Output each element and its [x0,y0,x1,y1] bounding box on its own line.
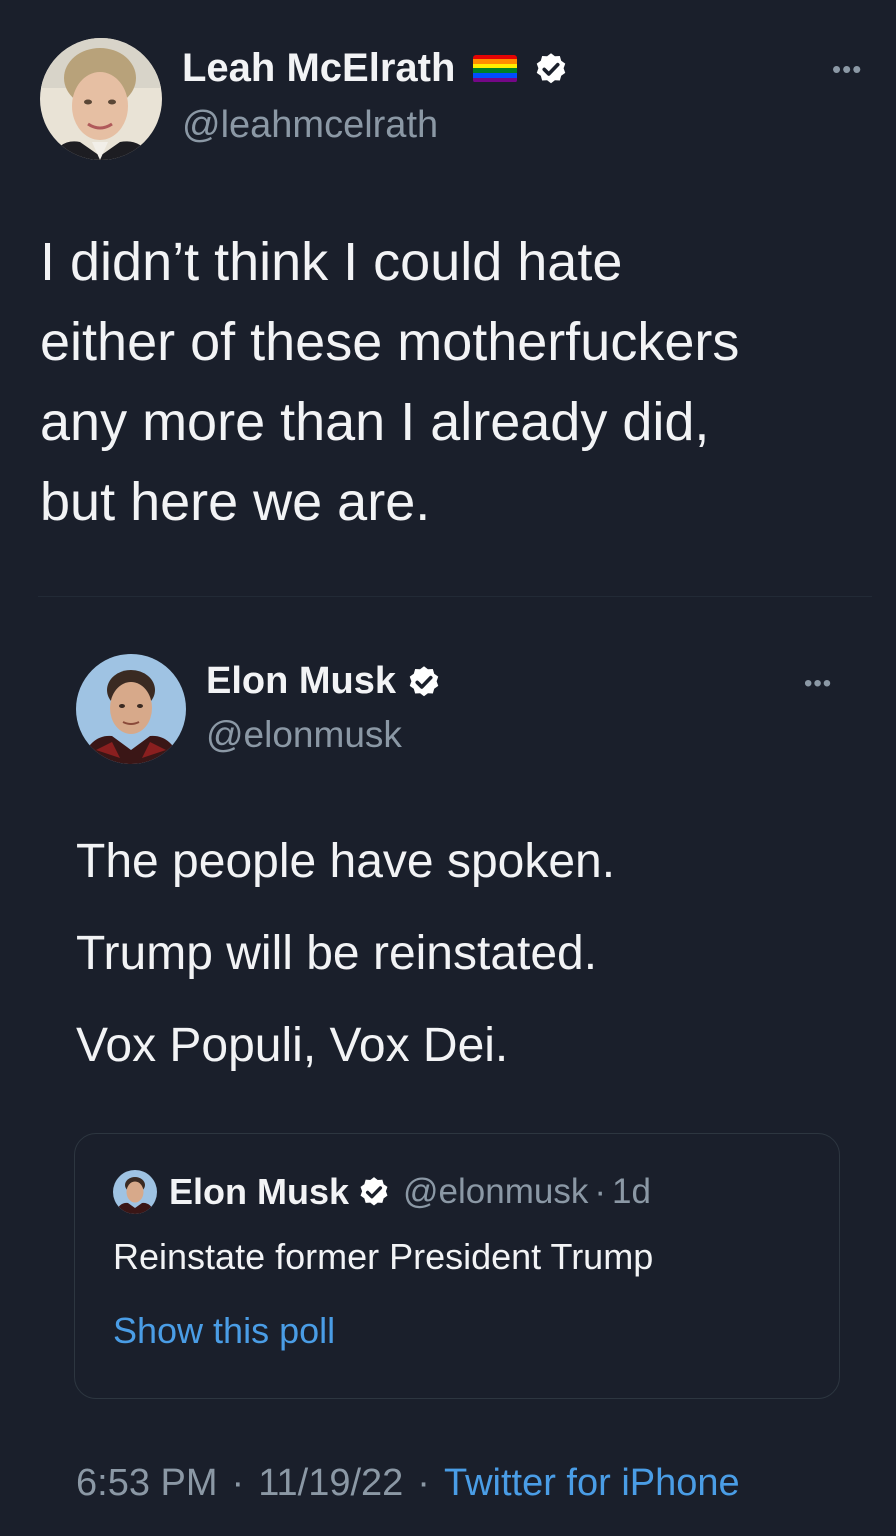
separator: · [594,1172,607,1211]
quoted-text-line: Trump will be reinstated. [76,927,598,980]
elon-avatar-small [113,1170,157,1214]
tweet-view: Leah McElrath @leahmcelrath ••• I didn’t… [0,0,896,1536]
nested-text: Reinstate former President Trump [113,1236,654,1277]
separator: · [417,1462,430,1504]
verified-badge-icon [537,52,566,83]
tweet-time: 6:53 PM [76,1462,218,1504]
more-horizontal-icon[interactable]: ••• [804,672,832,696]
verified-badge-icon [360,1177,388,1206]
elon-avatar[interactable] [76,654,186,764]
nested-author-handle: @elonmusk [403,1172,589,1211]
verified-badge-icon [409,665,439,696]
nested-author-name: Elon Musk [169,1171,350,1212]
tweet-text: I didn’t think I could hate either of th… [40,232,740,532]
author-name[interactable]: Leah McElrath [182,46,455,91]
show-poll-link[interactable]: Show this poll [113,1310,335,1352]
nested-timestamp: 1d [612,1172,651,1211]
quoted-author-handle[interactable]: @elonmusk [206,714,402,756]
tweet-source-link[interactable]: Twitter for iPhone [444,1462,740,1505]
divider [38,596,872,597]
author-handle[interactable]: @leahmcelrath [182,104,438,147]
quoted-text-line: The people have spoken. [76,835,616,888]
separator: · [231,1462,245,1504]
more-horizontal-icon[interactable]: ••• [832,56,862,82]
rainbow-flag-icon [473,54,518,83]
quoted-text-line: Vox Populi, Vox Dei. [76,1019,509,1072]
leah-name-row[interactable]: Leah McElrath [182,46,569,91]
tweet-date: 11/19/22 [258,1462,404,1504]
nested-quote-card[interactable]: Elon Musk @elonmusk · 1d Reinstate forme… [74,1133,840,1399]
tweet-meta: 6:53 PM · 11/19/22 · Twitter for iPhone [76,1462,740,1505]
leah-avatar[interactable] [40,38,162,160]
quoted-author-name[interactable]: Elon Musk [206,660,396,703]
nested-header: Elon Musk @elonmusk · 1d [113,1170,651,1214]
quoted-name-row[interactable]: Elon Musk [206,660,442,703]
